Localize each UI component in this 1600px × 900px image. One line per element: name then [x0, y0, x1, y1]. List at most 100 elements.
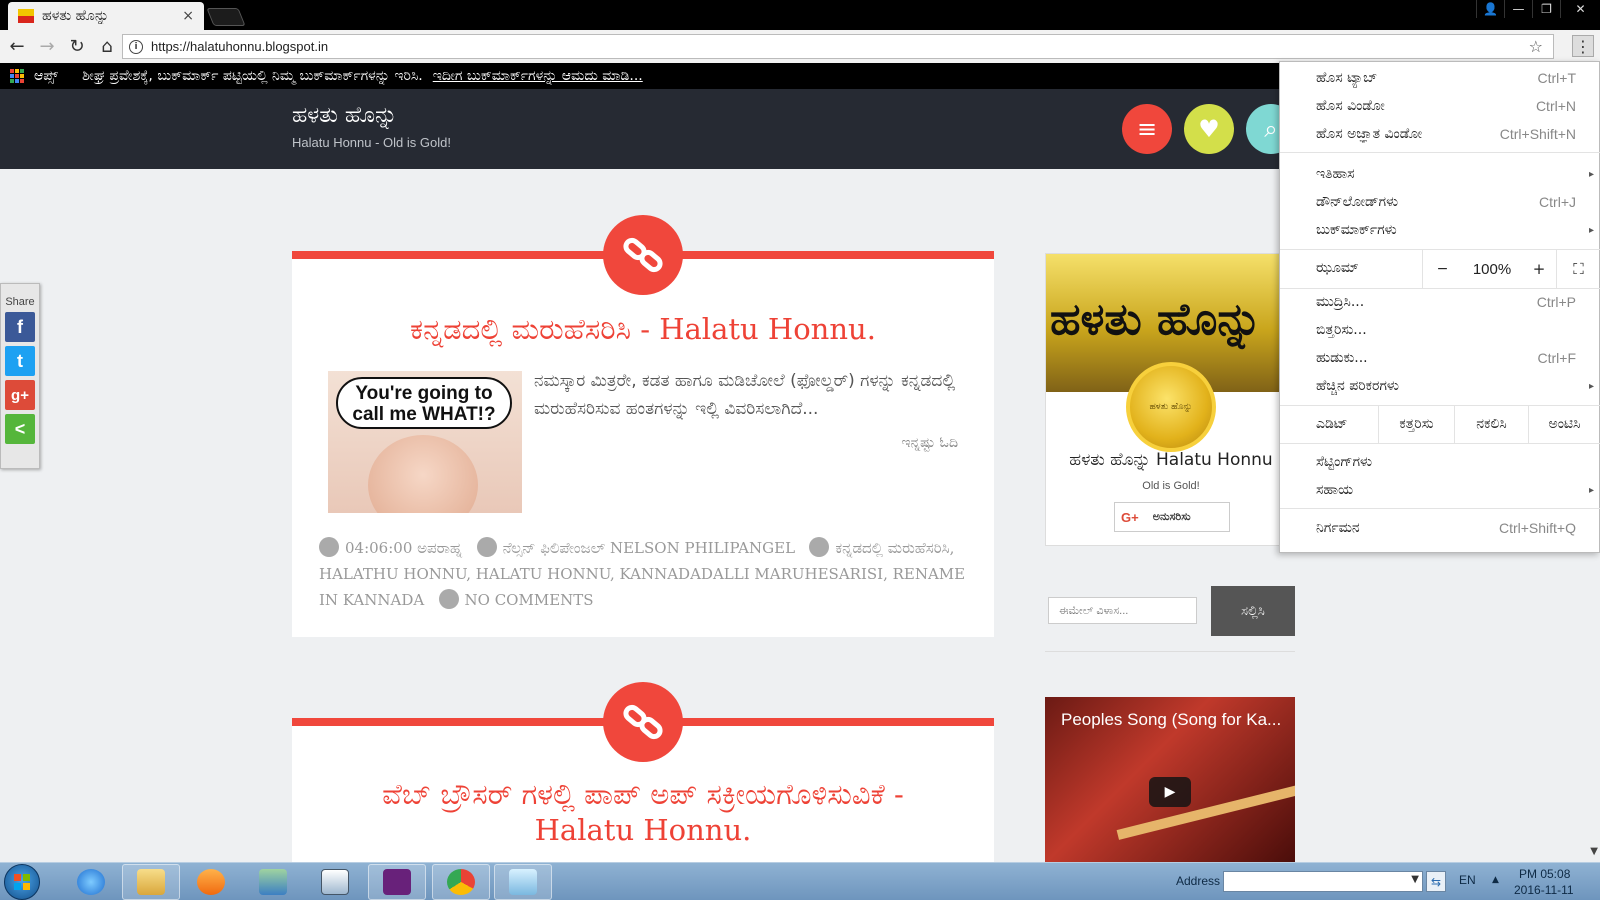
- menu-item-exit[interactable]: ನಿರ್ಗಮನ Ctrl+Shift+Q: [1280, 514, 1600, 542]
- post-time[interactable]: 04:06:00 ಅಪರಾಹ್ನ: [345, 539, 462, 557]
- read-more-link[interactable]: ಇನ್ನಷ್ಟು ಓದಿ: [901, 435, 958, 451]
- copy-button[interactable]: ನಕಲಿಸಿ: [1454, 405, 1528, 443]
- cut-button[interactable]: ಕತ್ತರಿಸು: [1378, 405, 1454, 443]
- profile-widget: ಹಳತು ಹೊನ್ನು ಹಳತು ಹೊನ್ನು ಹಳತು ಹೊನ್ನು Hala…: [1045, 253, 1295, 546]
- follow-label: ಅನುಸರಿಸು: [1152, 510, 1191, 523]
- video-title[interactable]: Peoples Song (Song for Ka...: [1061, 710, 1281, 730]
- twitter-share-button[interactable]: t: [5, 346, 35, 376]
- zoom-out-button[interactable]: −: [1422, 250, 1462, 288]
- url-text[interactable]: https://halatuhonnu.blogspot.in: [151, 39, 328, 54]
- subscribe-button[interactable]: ಸಲ್ಲಿಸಿ: [1211, 586, 1295, 636]
- menu-item-history[interactable]: ಇತಿಹಾಸ ▸: [1280, 160, 1600, 188]
- new-tab-button[interactable]: [206, 8, 246, 26]
- profile-avatar[interactable]: ಹಳತು ಹೊನ್ನು: [1126, 362, 1216, 452]
- chrome-menu-button[interactable]: ⋮: [1572, 35, 1594, 57]
- favorite-button[interactable]: ♥: [1184, 104, 1234, 154]
- tray-expand-icon[interactable]: ▲: [1492, 875, 1499, 885]
- browser-toolbar: ← → ↻ ⌂ i https://halatuhonnu.blogspot.i…: [0, 30, 1600, 63]
- site-title[interactable]: ಹಳತು ಹೊನ್ನು: [292, 103, 397, 128]
- menu-toggle-button[interactable]: ≡: [1122, 104, 1172, 154]
- taskbar-visual-studio[interactable]: [368, 864, 426, 900]
- notepad-icon: [509, 869, 537, 895]
- post-link-badge: [603, 215, 683, 295]
- taskbar-media-player[interactable]: [182, 864, 240, 900]
- taskbar-chrome[interactable]: [432, 864, 490, 900]
- menu-item-find[interactable]: ಹುಡುಕು... Ctrl+F: [1280, 344, 1600, 372]
- home-button[interactable]: ⌂: [94, 34, 120, 60]
- menu-zoom-row: ಝೂಮ್ − 100% + ⛶: [1280, 250, 1600, 288]
- user-profile-icon[interactable]: 👤: [1476, 0, 1504, 18]
- zoom-in-button[interactable]: +: [1522, 250, 1556, 288]
- address-go-button[interactable]: ⇆: [1426, 871, 1446, 892]
- address-toolbar-input[interactable]: ▼: [1223, 871, 1423, 892]
- link-icon: [623, 237, 663, 273]
- taskbar-ie[interactable]: [62, 864, 120, 900]
- menu-item-more-tools[interactable]: ಹೆಚ್ಚಿನ ಪರಿಕರಗಳು ▸: [1280, 372, 1600, 400]
- submenu-arrow-icon: ▸: [1588, 380, 1594, 392]
- more-share-button[interactable]: <: [5, 414, 35, 444]
- site-info-icon[interactable]: i: [129, 39, 143, 54]
- post-thumbnail[interactable]: You're going to call me WHAT!?: [328, 371, 522, 513]
- fullscreen-icon[interactable]: ⛶: [1556, 250, 1600, 288]
- menu-item-label: ಹೊಸ ಟ್ಯಾಬ್: [1316, 70, 1378, 86]
- start-button[interactable]: [4, 864, 40, 900]
- restore-button[interactable]: ❐: [1532, 0, 1560, 18]
- menu-item-help[interactable]: ಸಹಾಯ ▸: [1280, 476, 1600, 504]
- menu-item-label: ಹುಡುಕು...: [1316, 350, 1368, 366]
- facebook-share-button[interactable]: f: [5, 312, 35, 342]
- heart-icon: ♥: [1198, 115, 1220, 143]
- taskbar-explorer[interactable]: [122, 864, 180, 900]
- menu-item-new-tab[interactable]: ಹೊಸ ಟ್ಯಾಬ್ Ctrl+T: [1280, 64, 1600, 92]
- profile-name[interactable]: ಹಳತು ಹೊನ್ನು Halatu Honnu: [1046, 450, 1294, 470]
- taskbar-notepad[interactable]: [494, 864, 552, 900]
- post-author[interactable]: ನೆಲ್ಸನ್ ಫಿಲಿಪೇಂಜಲ್ NELSON PHILIPANGEL: [503, 539, 795, 557]
- address-bar[interactable]: i https://halatuhonnu.blogspot.in ☆: [122, 34, 1554, 59]
- dropdown-arrow-icon[interactable]: ▼: [1411, 874, 1419, 885]
- menu-item-settings[interactable]: ಸೆಟ್ಟಿಂಗ್‌ಗಳು: [1280, 448, 1600, 476]
- apps-grid-icon[interactable]: [10, 69, 24, 83]
- bookmarks-hint: ಶೀಘ್ರ ಪ್ರವೇಶಕ್ಕೆ, ಬುಕ್‌ಮಾರ್ಕ್ ಪಟ್ಟಿಯಲ್ಲಿ…: [82, 68, 423, 84]
- scroll-down-arrow-icon[interactable]: ▼: [1590, 846, 1598, 857]
- post-title[interactable]: ವೆಬ್ ಬ್ರೌಸರ್ ಗಳಲ್ಲಿ ಪಾಪ್ ಅಪ್ ಸಕ್ರೀಯಗೊಳಿಸ…: [292, 776, 994, 848]
- post-comments[interactable]: NO COMMENTS: [465, 591, 594, 609]
- tab-close-icon[interactable]: ×: [182, 8, 194, 24]
- close-window-button[interactable]: ✕: [1560, 0, 1600, 18]
- menu-shortcut: Ctrl+J: [1539, 194, 1576, 210]
- paste-button[interactable]: ಅಂಟಿಸಿ: [1528, 405, 1600, 443]
- chrome-menu: ಹೊಸ ಟ್ಯಾಬ್ Ctrl+T ಹೊಸ ವಿಂಡೋ Ctrl+N ಹೊಸ ಅ…: [1279, 61, 1600, 553]
- follow-button[interactable]: G+ ಅನುಸರಿಸು: [1114, 502, 1230, 532]
- menu-item-cast[interactable]: ಬಿತ್ತರಿಸು...: [1280, 316, 1600, 344]
- menu-item-label: ಸಹಾಯ: [1316, 482, 1354, 498]
- menu-item-label: ಮುದ್ರಿಸಿ...: [1316, 294, 1365, 310]
- video-embed[interactable]: Peoples Song (Song for Ka... ▶: [1045, 697, 1295, 863]
- menu-edit-row: ಎಡಿಟ್ ಕತ್ತರಿಸು ನಕಲಿಸಿ ಅಂಟಿಸಿ: [1280, 405, 1600, 443]
- menu-item-print[interactable]: ಮುದ್ರಿಸಿ... Ctrl+P: [1280, 288, 1600, 316]
- import-bookmarks-link[interactable]: ಇದೀಗ ಬುಕ್‌ಮಾರ್ಕ್‌ಗಳನ್ನು ಆಮದು ಮಾಡಿ...: [433, 68, 643, 84]
- apps-link[interactable]: ಆಪ್ಸ್: [34, 68, 58, 84]
- forward-button[interactable]: →: [34, 34, 60, 60]
- reload-button[interactable]: ↻: [64, 34, 90, 60]
- menu-separator: [1280, 508, 1600, 509]
- internet-explorer-icon: [77, 869, 105, 895]
- back-button[interactable]: ←: [4, 34, 30, 60]
- share-label: Share: [5, 296, 35, 308]
- visual-studio-icon: [383, 869, 411, 895]
- post-card: ಕನ್ನಡದಲ್ಲಿ ಮರುಹೆಸರಿಸಿ - Halatu Honnu. Yo…: [292, 215, 994, 637]
- menu-item-incognito[interactable]: ಹೊಸ ಅಜ್ಞಾತ ವಿಂಡೋ Ctrl+Shift+N: [1280, 120, 1600, 148]
- bookmark-star-icon[interactable]: ☆: [1529, 37, 1543, 56]
- share-bar: Share f t g+ <: [0, 283, 40, 469]
- clock-time[interactable]: PM 05:08: [1519, 867, 1570, 881]
- menu-item-new-window[interactable]: ಹೊಸ ವಿಂಡೋ Ctrl+N: [1280, 92, 1600, 120]
- minimize-button[interactable]: —: [1504, 0, 1532, 18]
- play-button[interactable]: ▶: [1149, 777, 1191, 807]
- clock-date[interactable]: 2016-11-11: [1514, 883, 1574, 897]
- taskbar-network[interactable]: [244, 864, 302, 900]
- browser-tab[interactable]: ಹಳತು ಹೊನ್ನು ×: [8, 2, 204, 30]
- gplus-share-button[interactable]: g+: [5, 380, 35, 410]
- email-input[interactable]: [1048, 597, 1197, 624]
- post-title[interactable]: ಕನ್ನಡದಲ್ಲಿ ಮರುಹೆಸರಿಸಿ - Halatu Honnu.: [292, 311, 994, 347]
- menu-item-bookmarks[interactable]: ಬುಕ್‌ಮಾರ್ಕ್‌ಗಳು ▸: [1280, 216, 1600, 244]
- menu-item-downloads[interactable]: ಡೌನ್‌ಲೋಡ್‌ಗಳು Ctrl+J: [1280, 188, 1600, 216]
- language-indicator[interactable]: EN: [1459, 873, 1476, 887]
- taskbar-window-app[interactable]: [306, 864, 364, 900]
